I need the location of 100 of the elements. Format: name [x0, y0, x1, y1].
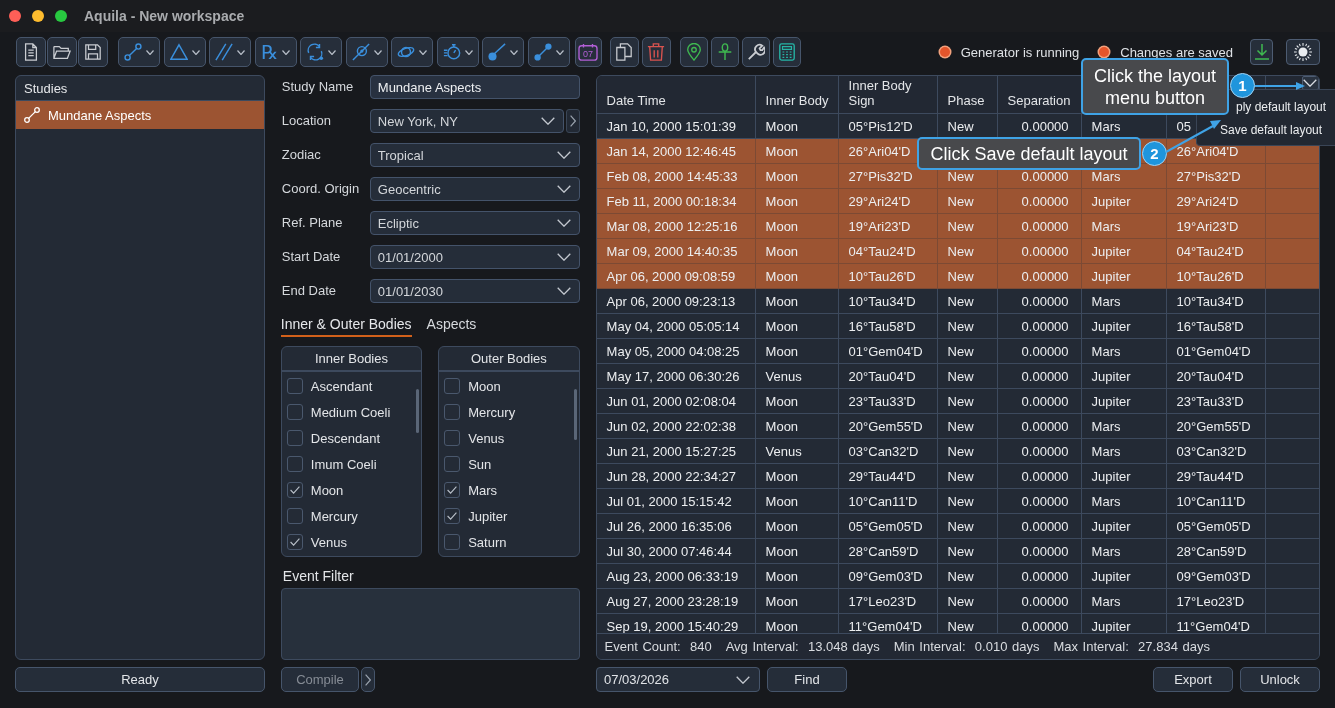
select-field[interactable]: Geocentric [369, 177, 580, 201]
action-button[interactable]: Export [1153, 667, 1233, 692]
maximize-window-icon[interactable] [55, 10, 67, 22]
dropdown-button[interactable] [209, 37, 251, 67]
dropdown-button[interactable] [163, 37, 206, 67]
column-header[interactable]: Inner Body [765, 93, 829, 108]
table-row[interactable]: May 04, 2000 05:05:14 Moon 16°Tau58'D New 0.00000 Jupiter 16°Tau58'D [596, 314, 1319, 339]
tab[interactable]: Aspects [426, 313, 477, 337]
table-row[interactable]: Jul 30, 2000 07:46:44 Moon 28°Can59'D New 0.00000 Mars 28°Can59'D [596, 539, 1319, 564]
checkbox[interactable] [444, 404, 461, 420]
table-cell: 29°Ari24'D [848, 193, 911, 209]
delete-button[interactable] [641, 37, 671, 67]
checkbox[interactable] [444, 378, 461, 394]
checkbox[interactable] [286, 378, 303, 394]
calendar-button[interactable]: 07 [574, 37, 602, 67]
dropdown-button[interactable] [345, 37, 388, 67]
chevron-down-icon [1303, 79, 1318, 87]
minimize-window-icon[interactable] [32, 10, 44, 22]
table-row[interactable]: Feb 11, 2000 00:18:34 Moon 29°Ari24'D New 0.00000 Jupiter 29°Ari24'D [596, 189, 1319, 214]
checkbox[interactable] [444, 430, 461, 446]
checkbox-label: Mars [468, 482, 498, 498]
table-row[interactable]: Mar 09, 2000 14:40:35 Moon 04°Tau24'D New 0.00000 Jupiter 04°Tau24'D [596, 239, 1319, 264]
date-field[interactable]: 07/03/2026 [596, 667, 760, 692]
table-row[interactable]: Jun 21, 2000 15:27:25 Venus 03°Can32'D New 0.00000 Mars 03°Can32'D [596, 439, 1319, 464]
dropdown-button[interactable] [118, 37, 160, 67]
dropdown-button[interactable] [527, 37, 570, 67]
new-document-button[interactable] [16, 37, 46, 67]
table-row[interactable]: Mar 08, 2000 12:25:16 Moon 19°Ari23'D New 0.00000 Mars 19°Ari23'D [596, 214, 1319, 239]
scrollbar-thumb[interactable] [416, 389, 420, 433]
dropdown-button[interactable] [482, 37, 524, 67]
table-cell: Feb 08, 2000 14:45:33 [606, 168, 738, 184]
study-name-field[interactable]: Mundane Aspects [369, 75, 580, 99]
chevron-down-icon [556, 151, 571, 159]
checkbox[interactable] [444, 508, 461, 524]
checkbox[interactable] [286, 482, 303, 498]
menu-item[interactable]: ply default layout [1236, 100, 1327, 114]
tab[interactable]: Inner & Outer Bodies [280, 313, 412, 337]
ankh-button[interactable] [710, 37, 739, 67]
status-button[interactable]: Ready [15, 667, 265, 692]
table-row[interactable]: Jul 26, 2000 16:35:06 Moon 05°Gem05'D New 0.00000 Jupiter 05°Gem05'D [596, 514, 1319, 539]
checkbox[interactable] [286, 430, 303, 446]
checkbox[interactable] [286, 534, 303, 550]
checkbox[interactable] [286, 456, 303, 472]
table-row[interactable]: Feb 08, 2000 14:45:33 Moon 27°Pis32'D New 0.00000 Mars 27°Pis32'D [596, 164, 1319, 189]
table-cell: New [947, 193, 974, 209]
checkbox[interactable] [444, 482, 461, 498]
column-header[interactable]: Phase [947, 93, 985, 108]
table-row[interactable]: Aug 23, 2000 06:33:19 Moon 09°Gem03'D New 0.00000 Jupiter 09°Gem03'D [596, 564, 1319, 589]
open-folder-button[interactable] [47, 37, 77, 67]
column-header[interactable]: Inner Body Sign [848, 78, 931, 108]
action-button[interactable]: Unlock [1240, 667, 1320, 692]
table-row[interactable]: Jun 01, 2000 02:08:04 Moon 23°Tau33'D New 0.00000 Jupiter 23°Tau33'D [596, 389, 1319, 414]
table-cell: Jupiter [1091, 393, 1131, 409]
table-row[interactable]: Jun 28, 2000 22:34:27 Moon 29°Tau44'D New 0.00000 Jupiter 29°Tau44'D [596, 464, 1319, 489]
select-field[interactable]: 01/01/2030 [369, 279, 580, 303]
select-field[interactable]: Tropical [369, 143, 580, 167]
select-value: New York, NY [377, 113, 458, 129]
scrollbar-thumb[interactable] [573, 389, 577, 440]
settings-button[interactable] [741, 37, 770, 67]
status-label: Changes are saved [1120, 44, 1233, 60]
table-cell: 01°Gem04'D [1176, 343, 1251, 359]
table-row[interactable]: Jun 02, 2000 22:02:38 Moon 20°Gem55'D New 0.00000 Mars 20°Gem55'D [596, 414, 1319, 439]
save-button[interactable] [78, 37, 108, 67]
table-row[interactable]: Apr 06, 2000 09:23:13 Moon 10°Tau34'D New 0.00000 Mars 10°Tau34'D [596, 289, 1319, 314]
checkbox[interactable] [444, 534, 461, 550]
table-cell: New [947, 118, 974, 134]
more-button[interactable] [565, 109, 580, 133]
checkbox-label: Imum Coeli [310, 456, 377, 472]
checkbox[interactable] [286, 508, 303, 524]
study-item[interactable]: Mundane Aspects [16, 101, 264, 129]
calculator-button[interactable] [772, 37, 801, 67]
checkbox[interactable] [444, 456, 461, 472]
find-button[interactable]: Find [767, 667, 847, 692]
dropdown-button[interactable]: ℞ [254, 37, 297, 67]
table-cell: New [947, 243, 974, 259]
table-row[interactable]: May 05, 2000 04:08:25 Moon 01°Gem04'D New 0.00000 Mars 01°Gem04'D [596, 339, 1319, 364]
dropdown-button[interactable] [391, 37, 433, 67]
column-header[interactable]: Separation [1007, 93, 1071, 108]
download-button[interactable] [1250, 39, 1273, 65]
select-field[interactable]: New York, NY [369, 109, 564, 133]
checkbox[interactable] [286, 404, 303, 420]
dropdown-button[interactable] [300, 37, 342, 67]
table-row[interactable]: Apr 06, 2000 09:08:59 Moon 10°Tau26'D New 0.00000 Jupiter 10°Tau26'D [596, 264, 1319, 289]
more-button[interactable] [361, 667, 375, 692]
table-cell: Moon [765, 268, 799, 284]
table-row[interactable]: Aug 27, 2000 23:28:19 Moon 17°Leo23'D New 0.00000 Mars 17°Leo23'D [596, 589, 1319, 614]
select-field[interactable]: 01/01/2000 [369, 245, 580, 269]
close-window-icon[interactable] [9, 10, 21, 22]
table-cell: 0.00000 [1021, 468, 1069, 484]
copy-button[interactable] [609, 37, 639, 67]
event-filter-field[interactable] [280, 588, 580, 660]
stat-text: Event Count: 840 [604, 639, 712, 654]
caret-icon [373, 49, 382, 55]
theme-button[interactable] [1286, 39, 1320, 65]
column-header[interactable]: Date Time [606, 93, 666, 108]
table-row[interactable]: May 17, 2000 06:30:26 Venus 20°Tau04'D New 0.00000 Jupiter 20°Tau04'D [596, 364, 1319, 389]
select-field[interactable]: Ecliptic [369, 211, 580, 235]
location-button[interactable] [679, 37, 708, 67]
dropdown-button[interactable] [436, 37, 479, 67]
table-row[interactable]: Jul 01, 2000 15:15:42 Moon 10°Can11'D New 0.00000 Mars 10°Can11'D [596, 489, 1319, 514]
